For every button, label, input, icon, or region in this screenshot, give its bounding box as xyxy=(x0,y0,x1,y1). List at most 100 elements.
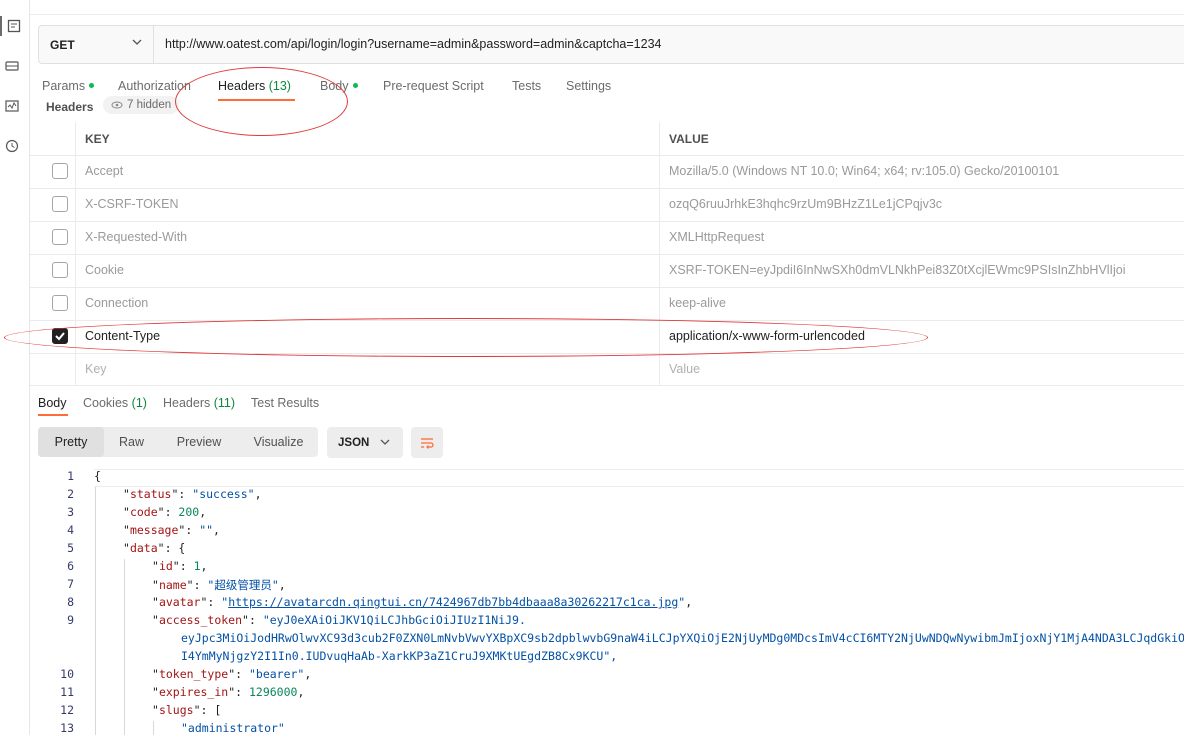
tab-settings-label: Settings xyxy=(566,79,612,93)
left-sidebar xyxy=(0,0,30,735)
json-key: id xyxy=(158,559,173,573)
collection-icon[interactable] xyxy=(0,16,25,36)
line-number: 10 xyxy=(60,667,74,681)
monitor-icon[interactable] xyxy=(0,96,23,116)
format-select[interactable]: JSON xyxy=(327,427,403,458)
json-key: message xyxy=(129,523,179,537)
new-value-input[interactable]: Value xyxy=(659,353,1184,386)
tab-headers-label: Headers xyxy=(218,79,266,93)
method-select[interactable]: GET xyxy=(39,26,154,63)
row-key: Cookie xyxy=(85,263,124,277)
view-preview-button[interactable]: Preview xyxy=(159,427,239,457)
chevron-down-icon xyxy=(380,439,390,445)
response-tab-body[interactable]: Body xyxy=(38,396,67,410)
row-key-cell[interactable]: Accept xyxy=(75,155,660,188)
table-row-new: Key Value xyxy=(30,353,1184,386)
tab-body-label: Body xyxy=(320,79,349,93)
response-tab-test-results[interactable]: Test Results xyxy=(251,396,319,410)
new-key-input[interactable]: Key xyxy=(75,353,660,386)
json-key: slugs xyxy=(158,703,194,717)
row-key: X-Requested-With xyxy=(85,230,188,244)
row-check-cell xyxy=(30,188,75,221)
table-row: Accept Mozilla/5.0 (Windows NT 10.0; Win… xyxy=(30,155,1184,189)
line-number: 6 xyxy=(67,559,74,573)
response-tab-cookies[interactable]: Cookies (1) xyxy=(83,396,147,410)
row-checkbox[interactable] xyxy=(52,163,68,179)
line-text: { xyxy=(94,469,101,483)
line-number: 7 xyxy=(67,577,74,591)
table-row: X-Requested-With XMLHttpRequest xyxy=(30,221,1184,255)
row-key-cell[interactable]: Cookie xyxy=(75,254,660,287)
view-mode-group: Pretty Raw Preview Visualize xyxy=(38,427,318,457)
row-key: Connection xyxy=(85,296,149,310)
url-input[interactable]: http://www.oatest.com/api/login/login?us… xyxy=(165,37,661,51)
hidden-label: 7 hidden xyxy=(127,99,172,111)
json-string: "" xyxy=(199,523,214,537)
row-checkbox[interactable] xyxy=(52,229,68,245)
row-checkbox-checked[interactable] xyxy=(52,328,68,344)
row-key: X-CSRF-TOKEN xyxy=(85,197,179,211)
response-tab-headers[interactable]: Headers (11) xyxy=(163,396,235,410)
line-number: 8 xyxy=(67,595,74,609)
json-url-link[interactable]: https://avatarcdn.qingtui.cn/7424967db7b… xyxy=(228,595,678,609)
line-number: 9 xyxy=(67,613,74,627)
row-key-cell[interactable]: Content-Type xyxy=(75,320,660,353)
wrap-lines-button[interactable] xyxy=(411,427,443,458)
row-key-cell[interactable]: X-CSRF-TOKEN xyxy=(75,188,660,221)
top-strip xyxy=(30,0,1184,15)
tab-tests[interactable]: Tests xyxy=(512,79,541,93)
code-line: 9 "access_token": "eyJ0eXAiOiJKV1QiLCJhbG… xyxy=(30,613,1184,631)
tab-settings[interactable]: Settings xyxy=(566,79,611,93)
response-body-code[interactable]: 1{ 2 "status": "success", 3 "code": 200, 4… xyxy=(30,469,1184,735)
json-key: expires_in xyxy=(158,685,229,699)
row-check-cell xyxy=(30,320,75,353)
row-check-cell xyxy=(30,254,75,287)
row-value: XMLHttpRequest xyxy=(669,230,765,244)
header-value-cell: VALUE xyxy=(659,122,1184,155)
line-number: 5 xyxy=(67,541,74,555)
environment-icon[interactable] xyxy=(0,56,23,76)
json-number: 1 xyxy=(193,559,201,573)
row-value-cell[interactable]: XMLHttpRequest xyxy=(659,221,1184,254)
response-tab-test-results-label: Test Results xyxy=(251,396,320,410)
json-string: "success" xyxy=(192,487,255,501)
history-icon[interactable] xyxy=(0,136,23,156)
headers-subheading: Headers xyxy=(46,100,94,114)
code-line: 11 "expires_in": 1296000, xyxy=(30,685,1184,703)
view-pretty-button[interactable]: Pretty xyxy=(38,427,104,457)
view-visualize-button[interactable]: Visualize xyxy=(239,427,318,457)
tab-authorization[interactable]: Authorization xyxy=(118,79,191,93)
header-check-cell xyxy=(30,122,75,155)
row-checkbox[interactable] xyxy=(52,295,68,311)
code-line: 12 "slugs": [ xyxy=(30,703,1184,721)
row-key-cell[interactable]: Connection xyxy=(75,287,660,320)
row-value-cell[interactable]: Mozilla/5.0 (Windows NT 10.0; Win64; x64… xyxy=(659,155,1184,188)
key-column-header: KEY xyxy=(85,132,110,146)
row-value-cell[interactable]: application/x-www-form-urlencoded xyxy=(659,320,1184,353)
active-tab-indicator xyxy=(218,99,295,101)
json-string: "administrator" xyxy=(181,721,285,735)
row-value-cell[interactable]: ozqQ6ruuJrhkE3hqhc9rzUm9BHzZ1Le1jCPqjv3c xyxy=(659,188,1184,221)
row-value: application/x-www-form-urlencoded xyxy=(669,329,865,343)
line-number: 11 xyxy=(60,685,74,699)
hidden-headers-toggle[interactable]: 7 hidden xyxy=(103,96,180,114)
value-placeholder: Value xyxy=(669,362,701,376)
tab-body[interactable]: Body xyxy=(320,79,358,93)
row-checkbox[interactable] xyxy=(52,262,68,278)
format-label: JSON xyxy=(338,436,370,449)
row-value: XSRF-TOKEN=eyJpdiI6InNwSXh0dmVLNkhPei83Z… xyxy=(669,263,1126,277)
line-number: 12 xyxy=(60,703,74,717)
header-key-cell: KEY xyxy=(75,122,660,155)
tab-params[interactable]: Params xyxy=(42,79,95,93)
row-value-cell[interactable]: keep-alive xyxy=(659,287,1184,320)
tab-authorization-label: Authorization xyxy=(118,79,191,93)
code-line-wrap: eyJpc3MiOiJodHRwOlwvXC93d3cub2F0ZXN0LmNv… xyxy=(30,631,1184,649)
row-checkbox[interactable] xyxy=(52,196,68,212)
view-raw-button[interactable]: Raw xyxy=(104,427,159,457)
tab-headers[interactable]: Headers (13) xyxy=(218,79,291,93)
response-tab-cookies-label: Cookies xyxy=(83,396,129,410)
row-value-cell[interactable]: XSRF-TOKEN=eyJpdiI6InNwSXh0dmVLNkhPei83Z… xyxy=(659,254,1184,287)
row-key-cell[interactable]: X-Requested-With xyxy=(75,221,660,254)
row-key: Accept xyxy=(85,164,124,178)
tab-pre-request-script[interactable]: Pre-request Script xyxy=(383,79,484,93)
